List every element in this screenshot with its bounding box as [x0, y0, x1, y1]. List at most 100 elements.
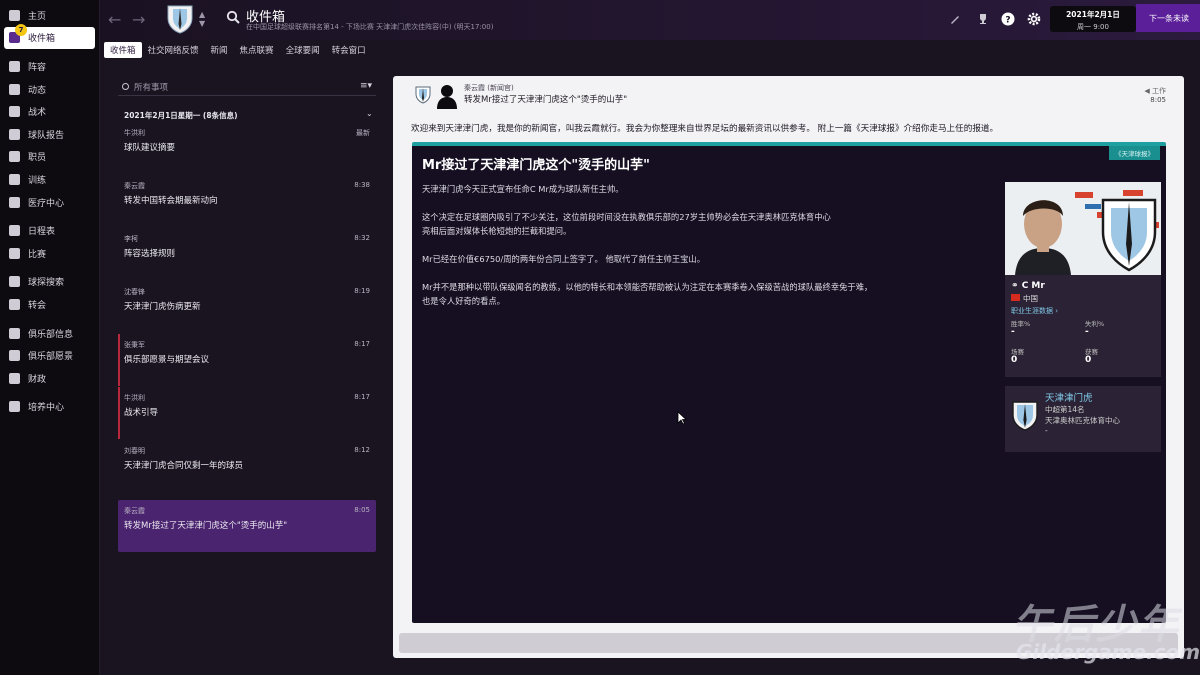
- dynamics-icon: [9, 83, 20, 95]
- sidebar-item-club-info[interactable]: 俱乐部信息: [0, 322, 99, 345]
- message-reader: 秦云霞 (新闻官) 转发Mr接过了天津津门虎这个"烫手的山芋" ◀ 工作 8:0…: [393, 76, 1184, 658]
- message-time: 8:05: [354, 506, 370, 514]
- inbox-tabs: 收件箱 社交网络反馈 新闻 焦点联赛 全球要闻 转会窗口: [104, 42, 372, 58]
- message-filter[interactable]: 所有事项 ≡▾: [118, 78, 376, 96]
- club-crest-icon: [1012, 401, 1038, 431]
- sidebar-item-finances[interactable]: 财政: [0, 367, 99, 390]
- message-subject: 转发中国转会期最新动向: [124, 196, 218, 206]
- collapse-chevron-icon[interactable]: ⌄: [366, 109, 373, 118]
- forward-arrow-icon[interactable]: →: [132, 10, 145, 29]
- sidebar-item-label: 比赛: [28, 249, 47, 260]
- sidebar-item-label: 球探搜索: [28, 278, 65, 289]
- sidebar: 主页 7 收件箱 阵容 动态 战术 球队报告 职员 训练 医疗中心 日程表 比赛 …: [0, 0, 100, 675]
- sidebar-item-club-vision[interactable]: 俱乐部愿景: [0, 344, 99, 367]
- message-item[interactable]: 刘春明 8:12 天津津门虎合同仅剩一年的球员: [118, 440, 376, 486]
- sidebar-item-label: 训练: [28, 175, 47, 186]
- tab-transfer-window[interactable]: 转会窗口: [326, 42, 372, 58]
- search-icon: [122, 83, 129, 90]
- back-arrow-icon[interactable]: ←: [108, 10, 121, 29]
- sidebar-item-squad[interactable]: 阵容: [0, 55, 99, 78]
- sidebar-item-label: 医疗中心: [28, 198, 65, 209]
- sidebar-item-label: 日程表: [28, 227, 56, 238]
- message-item[interactable]: 李柯 8:32 阵容选择规则: [118, 228, 376, 274]
- sidebar-item-scouting[interactable]: 球探搜索: [0, 271, 99, 294]
- message-item-unread[interactable]: 牛洪利 8:17 战术引导: [118, 387, 376, 439]
- home-icon: [9, 9, 20, 21]
- sidebar-item-label: 转会: [28, 300, 47, 311]
- reply-bar[interactable]: [399, 633, 1178, 653]
- sidebar-item-training[interactable]: 训练: [0, 168, 99, 191]
- article-paragraph: Mr已经在价值€6750/周的两年份合同上签字了。 他取代了前任主帅王宝山。: [422, 254, 706, 264]
- player-name[interactable]: ⚭ C Mr: [1011, 281, 1045, 291]
- current-time: 周一 9:00: [1077, 23, 1109, 31]
- tab-focus-leagues[interactable]: 焦点联赛: [234, 42, 280, 58]
- player-portrait: [1005, 182, 1161, 275]
- date-group-header: 2021年2月1日星期一 (8条信息): [124, 111, 238, 120]
- sidebar-item-transfers[interactable]: 转会: [0, 293, 99, 316]
- message-category-tag: ◀ 工作: [1144, 86, 1166, 96]
- page-subtitle: 在中国足球超级联赛排名第14 - 下场比赛 天津津门虎次佳阵容(中) (明天17…: [246, 23, 494, 31]
- message-time: 8:38: [354, 181, 370, 189]
- message-subject: 天津津门虎合同仅剩一年的球员: [124, 461, 244, 471]
- article-paragraph: 天津津门虎今天正式宣布任命C Mr成为球队新任主帅。: [422, 184, 624, 194]
- message-sender: 刘春明: [124, 447, 145, 455]
- club-info-icon: [9, 327, 20, 339]
- message-subject-heading: 转发Mr接过了天津津门虎这个"烫手的山芋": [464, 95, 628, 105]
- china-flag-icon: [1011, 294, 1020, 301]
- trophy-icon[interactable]: [976, 12, 990, 26]
- article-paragraph: 也是令人好奇的看点。: [422, 296, 505, 306]
- help-icon[interactable]: ?: [1001, 12, 1015, 26]
- sidebar-item-home[interactable]: 主页: [0, 4, 99, 27]
- tab-inbox[interactable]: 收件箱: [104, 42, 142, 58]
- message-subject: 战术引导: [124, 408, 159, 418]
- article-paragraph: Mr并不是那种以带队保级闻名的教练，以他的特长和本领能否帮助被认为注定在本赛季卷…: [422, 282, 873, 292]
- sidebar-item-inbox[interactable]: 7 收件箱: [4, 23, 95, 50]
- sender-avatar-icon: [437, 85, 457, 109]
- sidebar-item-competitions[interactable]: 比赛: [0, 242, 99, 265]
- message-item[interactable]: 沈春锋 8:19 天津津门虎伤病更新: [118, 281, 376, 327]
- sort-menu-icon[interactable]: ≡▾: [360, 81, 372, 91]
- player-portrait-card[interactable]: [1005, 182, 1161, 275]
- message-item[interactable]: 秦云霞 8:38 转发中国转会期最新动向: [118, 175, 376, 221]
- tab-world-news[interactable]: 全球要闻: [280, 42, 326, 58]
- sidebar-item-dynamics[interactable]: 动态: [0, 78, 99, 101]
- message-time: 8:32: [354, 234, 370, 242]
- article-paragraph: 这个决定在足球圈内吸引了不少关注，这位前段时间没在执教俱乐部的27岁主帅势必会在…: [422, 212, 831, 222]
- sidebar-item-development[interactable]: 培养中心: [0, 396, 99, 419]
- message-item-selected[interactable]: 秦云霞 8:05 转发Mr接过了天津津门虎这个"烫手的山芋": [118, 500, 376, 552]
- continue-next-unread-button[interactable]: 下一条未读: [1136, 4, 1200, 32]
- reader-header: 秦云霞 (新闻官) 转发Mr接过了天津津门虎这个"烫手的山芋" ◀ 工作 8:0…: [393, 76, 1184, 112]
- sidebar-item-medical[interactable]: 医疗中心: [0, 191, 99, 214]
- unread-indicator: [118, 334, 120, 386]
- player-info-panel: ⚭ C Mr 中国 职业生涯数据 › 胜率% - 失利% - 场赛 0 获赛 0: [1005, 275, 1161, 377]
- svg-text:?: ?: [1005, 16, 1010, 26]
- club-name[interactable]: 天津津门虎: [1045, 390, 1093, 404]
- sidebar-item-report[interactable]: 球队报告: [0, 123, 99, 146]
- sidebar-item-label: 战术: [28, 108, 47, 119]
- tab-news[interactable]: 新闻: [205, 42, 234, 58]
- club-switch-chevron-icon[interactable]: ▲ ▼: [199, 10, 205, 28]
- sidebar-item-label: 培养中心: [28, 403, 65, 414]
- edit-icon[interactable]: [948, 12, 962, 26]
- scouting-icon: [9, 276, 20, 288]
- settings-gear-icon[interactable]: [1027, 12, 1041, 26]
- schedule-icon: [9, 225, 20, 237]
- message-item[interactable]: 牛洪利 最新 球队建议摘要: [118, 122, 376, 168]
- club-card[interactable]: 天津津门虎 中超第14名 天津奥林匹克体育中心 -: [1005, 386, 1161, 452]
- sidebar-item-schedule[interactable]: 日程表: [0, 219, 99, 242]
- sidebar-item-staff[interactable]: 职员: [0, 146, 99, 169]
- sidebar-item-label: 球队报告: [28, 130, 65, 141]
- message-sender: 牛洪利: [124, 394, 145, 402]
- club-crest-icon[interactable]: [166, 4, 194, 34]
- message-subject: 俱乐部愿景与期望会议: [124, 355, 210, 365]
- current-date: 2021年2月1日: [1066, 10, 1120, 19]
- message-subject: 球队建议摘要: [124, 143, 176, 153]
- loss-rate-value: -: [1085, 327, 1089, 337]
- message-item-unread[interactable]: 张秉军 8:17 俱乐部愿景与期望会议: [118, 334, 376, 386]
- career-stats-link[interactable]: 职业生涯数据 ›: [1011, 306, 1058, 316]
- tab-social-feedback[interactable]: 社交网络反馈: [142, 42, 205, 58]
- game-date: 2021年2月1日 周一 9:00: [1050, 6, 1136, 32]
- sidebar-item-tactics[interactable]: 战术: [0, 100, 99, 123]
- matches-value: 0: [1011, 355, 1018, 365]
- search-icon[interactable]: [226, 10, 240, 24]
